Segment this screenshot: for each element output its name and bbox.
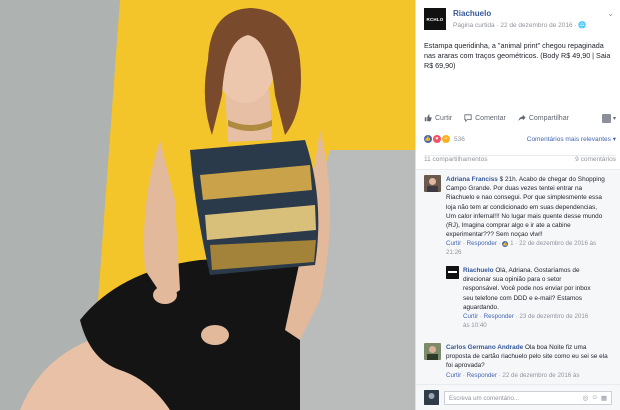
like-reaction-icon: 👍 — [424, 135, 432, 143]
comment-body: Riachuelo Olá, Adriana. Gostaríamos de d… — [463, 266, 596, 330]
post-meta: Página curtida · 22 de dezembro de 2016 … — [453, 21, 586, 29]
avatar[interactable] — [424, 175, 441, 192]
post-photo[interactable] — [0, 0, 415, 410]
like-button[interactable]: Curtir — [424, 114, 452, 122]
share-arrow-icon — [518, 114, 526, 122]
love-reaction-icon: ♥ — [433, 135, 441, 143]
comment-body: Adriana Franciss $ 21h. Acabo de chegar … — [446, 175, 606, 257]
comment-like-link[interactable]: Curtir — [446, 372, 461, 379]
post-meta-text: Página curtida · 22 de dezembro de 2016 … — [453, 22, 579, 29]
comment-text: $ 21h. Acabo de chegar do Shopping Campo… — [446, 176, 605, 239]
comment-button[interactable]: Comentar — [464, 114, 506, 122]
comment-input-placeholder: Escreva um comentário... — [449, 395, 520, 402]
post-header: RCHLO Riachuelo Página curtida · 22 de d… — [424, 8, 614, 34]
comment-meta: Curtir · Responder · 👍 1 · 22 de dezembr… — [446, 240, 597, 256]
comment-icon — [464, 114, 472, 122]
comment-body: Carlos Germano Andrade Ola boa Noite fiz… — [446, 343, 612, 380]
comment-reply-link[interactable]: Responder — [484, 313, 514, 320]
comment-sort-dropdown[interactable]: Comentários mais relevantes ▾ — [527, 135, 616, 143]
globe-icon: 🌐 — [578, 22, 587, 29]
comment-meta: Curtir · Responder · 23 de dezembro de 2… — [463, 313, 589, 329]
chevron-down-icon[interactable]: ⌄ — [607, 9, 614, 18]
post-text: Estampa queridinha, a "animal print" che… — [424, 41, 611, 70]
comment-like-link[interactable]: Curtir — [446, 240, 461, 247]
page-logo[interactable]: RCHLO — [424, 8, 446, 30]
comment-composer: Escreva um comentário... ◎ ☺ ▦ — [416, 384, 620, 410]
sticker-icon[interactable]: ▦ — [601, 394, 607, 402]
comment-button-label: Comentar — [475, 114, 506, 122]
comments-count-link[interactable]: 9 comentários — [575, 156, 616, 163]
comment-reply-link[interactable]: Responder — [467, 372, 497, 379]
reaction-count[interactable]: 536 — [454, 136, 465, 143]
composer-icons: ◎ ☺ ▦ — [583, 394, 607, 402]
post-photo-image — [0, 0, 415, 410]
avatar — [424, 390, 439, 405]
comments-list: Adriana Franciss $ 21h. Acabo de chegar … — [416, 169, 620, 384]
avatar[interactable] — [424, 343, 441, 360]
page-logo[interactable] — [446, 266, 459, 279]
share-button-label: Compartilhar — [528, 114, 569, 122]
wow-reaction-icon: • — [442, 135, 450, 143]
comment-author[interactable]: Adriana Franciss — [446, 176, 498, 183]
comment-like-link[interactable]: Curtir — [463, 313, 478, 320]
post-actions: Curtir Comentar Compartilhar ▾ — [424, 112, 616, 124]
comment-author[interactable]: Riachuelo — [463, 267, 494, 274]
share-button[interactable]: Compartilhar — [518, 114, 569, 122]
comment-input[interactable]: Escreva um comentário... ◎ ☺ ▦ — [444, 391, 612, 405]
camera-icon[interactable]: ◎ — [583, 394, 589, 402]
like-button-label: Curtir — [435, 114, 453, 122]
emoji-icon[interactable]: ☺ — [591, 394, 598, 402]
post-stats: 11 compartilhamentos 9 comentários — [424, 155, 616, 163]
comment-timestamp[interactable]: 22 de dezembro de 2016 às — [502, 372, 579, 379]
comment-reply-link[interactable]: Responder — [467, 240, 497, 247]
comment-meta: Curtir · Responder · 22 de dezembro de 2… — [446, 371, 580, 379]
comment-author[interactable]: Carlos Germano Andrade — [446, 344, 523, 351]
post-sidebar: RCHLO Riachuelo Página curtida · 22 de d… — [415, 0, 620, 410]
avatar — [601, 113, 611, 123]
like-thumb-icon — [424, 114, 432, 122]
page-name-link[interactable]: Riachuelo — [453, 9, 491, 18]
like-reaction-icon: 👍 — [502, 240, 509, 247]
post-as-selector[interactable]: ▾ — [601, 113, 616, 123]
chevron-down-icon: ▾ — [612, 115, 616, 122]
comment-timestamp[interactable]: 23 de dezembro de 2016 às 10:40 — [463, 313, 588, 329]
shares-count-link[interactable]: 11 compartilhamentos — [424, 156, 487, 163]
comment-likes-count: 1 — [510, 240, 514, 248]
reactions-summary[interactable]: 👍 ♥ • 536 Comentários mais relevantes ▾ — [424, 133, 616, 145]
